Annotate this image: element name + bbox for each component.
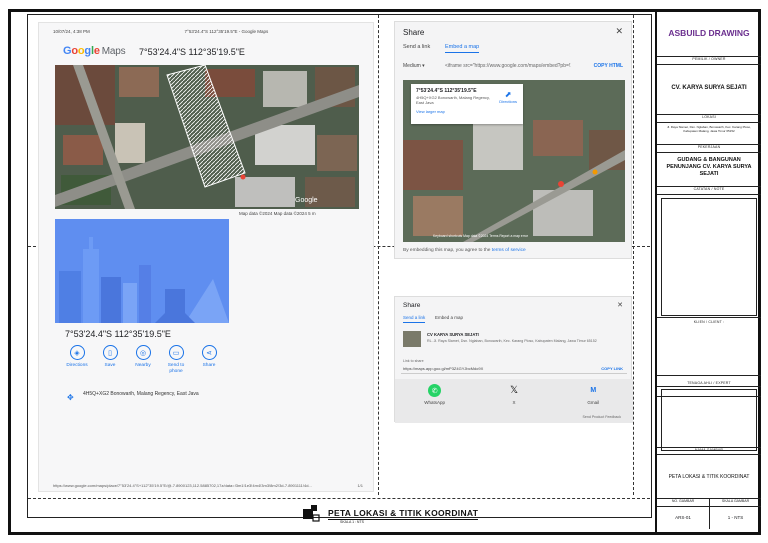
expert-label: TENAGA AHLI / EXPERT (687, 381, 731, 385)
directions-button[interactable]: ◈ Directions (63, 345, 91, 375)
place-name: CV KARYA SURYA SEJATI (427, 332, 479, 337)
share-dialog-title: Share (403, 302, 421, 309)
map-attribution: Map data ©2024 Map data ©2024 5 m (239, 211, 316, 216)
search-coordinate: 7°53'24.4"S 112°35'19.5"E (139, 47, 245, 57)
embed-code-row: Medium ▾ <iframe src="https://www.google… (401, 62, 627, 72)
embed-terms: By embedding this map, you agree to the … (403, 248, 526, 253)
share-button[interactable]: ⋖ Share (195, 345, 223, 375)
owner-label: PEMILIK / OWNER (692, 57, 726, 61)
tab-embed-map[interactable]: Embed a map (435, 315, 463, 320)
close-icon[interactable]: ✕ (615, 26, 623, 37)
plus-code-text: 4H5Q+XG2 Bonowarih, Malang Regency, East… (83, 391, 199, 397)
owner-name: CV. KARYA SURYA SEJATI (671, 85, 747, 91)
bookmark-icon: ▯ (102, 345, 118, 360)
notes-box (661, 198, 757, 316)
drawing-title: PETA LOKASI & TITIK KOORDINAT (328, 508, 479, 520)
work-title: GUDANG & BANGUNAN PENUNJANG CV. KARYA SU… (666, 157, 752, 177)
fold-line-right (633, 15, 634, 495)
place-address: RL. Jl. Raya Slamet, Dsn. Nglaban, Bonow… (427, 339, 597, 343)
card-address: 4H5Q+XG2 Bonowarih, Malang Regency, East… (416, 95, 490, 105)
share-dialog-title: Share (403, 28, 425, 37)
maps-printout: 10/07/24, 4:38 PM 7°53'24.4"S 112°35'19.… (38, 22, 374, 492)
close-icon[interactable]: ✕ (617, 301, 623, 309)
view-larger-map-link[interactable]: View larger map (416, 109, 518, 114)
print-title: 7°53'24.4"S 112°35'19.5"E - Google Maps (184, 29, 269, 34)
print-date: 10/07/24, 4:38 PM (53, 29, 90, 34)
share-icon: ⋖ (201, 345, 217, 360)
location-text: Jl. Raya Slamet, Dsn. Nglaban, Bonowarih… (666, 125, 752, 133)
nearby-icon: ◎ (135, 345, 151, 360)
share-link-field[interactable]: https://maps.app.goo.gl/mP3Z4GYJbcMdo9X (403, 366, 483, 371)
drawing-sheet: 10/07/24, 4:38 PM 7°53'24.4"S 112°35'19.… (0, 0, 768, 543)
location-label: LOKASI (702, 115, 716, 119)
drawing-name: PETA LOKASI & TITIK KOORDINAT (668, 474, 750, 480)
embed-code-field[interactable]: <iframe src="https://www.google.com/maps… (445, 63, 571, 69)
print-footer: https://www.google.com/maps/place/7°53'2… (53, 483, 363, 488)
page-number: 1/1 (357, 483, 363, 488)
title-block-header: ASBUILD DRAWING (657, 11, 761, 57)
embed-map-attribution: Keyboard shortcuts Map data ©2024 Terms … (433, 234, 528, 238)
plus-code-icon: ✥ (67, 393, 74, 402)
print-header: 10/07/24, 4:38 PM 7°53'24.4"S 112°35'19.… (53, 29, 363, 34)
place-coordinate: 7°53'24.4"S 112°35'19.5"E (65, 329, 171, 339)
nearby-button[interactable]: ◎ Nearby (129, 345, 157, 375)
place-info-card: 7°53'24.4"S 112°35'19.5"E 4H5Q+XG2 Bonow… (411, 84, 523, 124)
x-icon: 𝕏 (509, 385, 519, 396)
tab-send-link[interactable]: Send a link (403, 44, 430, 50)
whatsapp-icon: ✆ (428, 384, 442, 397)
google-watermark: Google (295, 197, 318, 204)
drawing-name-label: NAMA GAMBAR (694, 448, 724, 452)
print-url: https://www.google.com/maps/place/7°53'2… (53, 483, 312, 488)
fold-line-vertical (378, 15, 379, 495)
satellite-map-graphic (55, 65, 359, 209)
drawing-no-label: NO. GAMBAR (671, 499, 695, 503)
city-illustration (55, 219, 229, 323)
google-maps-logo: Google Maps (63, 45, 126, 57)
fold-line-bottom (28, 498, 650, 499)
copy-link-button[interactable]: COPY LINK (601, 366, 623, 371)
tab-send-link[interactable]: Send a link (403, 315, 426, 323)
satellite-map: Google (55, 65, 359, 209)
drawing-title-icon (303, 505, 320, 522)
plus-code-row: ✥ 4H5Q+XG2 Bonowarih, Malang Regency, Ea… (67, 391, 227, 402)
card-directions-button[interactable]: ⬈ Directions (499, 90, 517, 104)
terms-link[interactable]: terms of service (492, 248, 526, 253)
client-label: KLIEN / CLIENT : (693, 320, 725, 324)
drawing-no: ARS-01 (675, 515, 691, 520)
directions-icon: ◈ (69, 345, 85, 360)
city-skyline-graphic (55, 219, 229, 323)
share-embed-dialog: Share ✕ Send a link Embed a map Medium ▾… (394, 21, 632, 259)
title-block: ASBUILD DRAWING PEMILIK / OWNER CV. KARY… (655, 11, 761, 533)
map-size-select[interactable]: Medium ▾ (403, 63, 425, 69)
place-actions: ◈ Directions ▯ Save ◎ Nearby ▭ Send to p… (63, 345, 223, 375)
copy-html-button[interactable]: COPY HTML (594, 63, 623, 69)
phone-icon: ▭ (168, 345, 184, 360)
share-link-dialog: Share ✕ Send a link Embed a map CV KARYA… (394, 296, 633, 423)
drawing-scale-note: SKALA 1 : NTS (340, 520, 364, 524)
embed-map-preview: 7°53'24.4"S 112°35'19.5"E 4H5Q+XG2 Bonow… (403, 80, 625, 242)
drawing-scale: 1 - NTS (709, 507, 761, 529)
send-feedback-link[interactable]: Send Product Feedback (582, 415, 621, 419)
send-to-phone-button[interactable]: ▭ Send to phone (162, 345, 190, 375)
notes-label: CATATAN / NOTE (693, 187, 725, 191)
shared-place: CV KARYA SURYA SEJATI RL. Jl. Raya Slame… (401, 330, 627, 350)
expert-box (661, 389, 757, 451)
save-button[interactable]: ▯ Save (96, 345, 124, 375)
place-thumbnail (403, 331, 421, 347)
share-x-button[interactable]: 𝕏 X (494, 384, 534, 423)
tab-embed-map[interactable]: Embed a map (445, 44, 480, 53)
link-label: Link to share (403, 359, 424, 363)
directions-icon: ⬈ (504, 90, 512, 99)
share-whatsapp-button[interactable]: ✆ WhatsApp (415, 384, 455, 423)
share-link-row: https://maps.app.goo.gl/mP3Z4GYJbcMdo9X … (401, 365, 627, 374)
gmail-icon: M (590, 387, 597, 394)
drawing-scale-label: SKALA GAMBAR (709, 499, 761, 507)
work-label: PEKERJAAN (697, 145, 721, 149)
